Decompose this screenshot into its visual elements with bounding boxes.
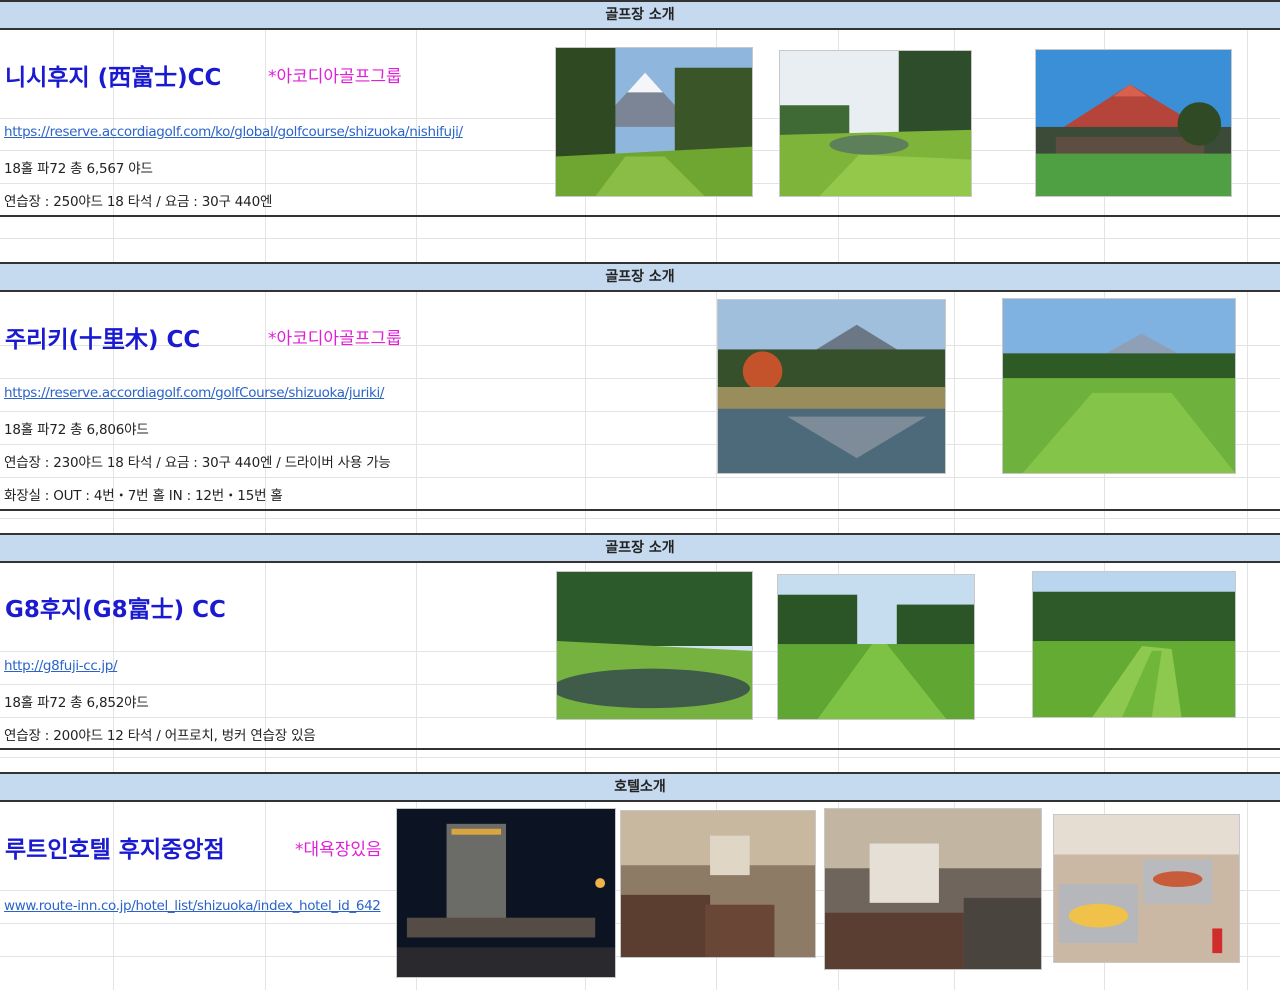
course-name: 니시후지 (西富士)CC xyxy=(5,65,222,91)
room-window-photo xyxy=(824,808,1042,970)
group-tag: *아코디아골프그룹 xyxy=(268,67,402,87)
pond-forest-green-photo xyxy=(556,571,753,720)
long-fairway-photo xyxy=(777,574,975,720)
course-name: 주리키(十里木) CC xyxy=(5,327,201,353)
course-name: G8후지(G8富士) CC xyxy=(5,597,226,623)
hotel-name: 루트인호텔 후지중앙점 xyxy=(5,837,225,863)
section-header: 골프장 소개 xyxy=(0,0,1280,30)
hotel-exterior-night-photo xyxy=(396,808,616,978)
course-spec: 18홀 파72 총 6,852야드 xyxy=(4,695,149,711)
striped-fairway-photo xyxy=(1032,571,1236,718)
fuji-lake-reflection-photo xyxy=(717,299,946,474)
fuji-fairway-photo xyxy=(555,47,753,197)
fuji-fairway-forest-photo xyxy=(1002,298,1236,474)
section-header: 골프장 소개 xyxy=(0,262,1280,292)
section-header: 호텔소개 xyxy=(0,772,1280,802)
red-fuji-clubhouse-photo xyxy=(1035,49,1232,197)
hotel-link[interactable]: www.route-inn.co.jp/hotel_list/shizuoka/… xyxy=(4,898,381,914)
amenity-tag: *대욕장있음 xyxy=(295,840,382,860)
course-link[interactable]: http://g8fuji-cc.jp/ xyxy=(4,658,118,674)
practice-range-info: 연습장 : 200야드 12 타석 / 어프로치, 벙커 연습장 있음 xyxy=(4,728,316,744)
course-link[interactable]: https://reserve.accordiagolf.com/golfCou… xyxy=(4,385,384,401)
restroom-info: 화장실 : OUT : 4번・7번 홀 IN : 12번・15번 홀 xyxy=(4,488,283,504)
pond-green-photo xyxy=(779,50,972,197)
practice-range-info: 연습장 : 230야드 18 타석 / 요금 : 30구 440엔 / 드라이버… xyxy=(4,455,391,471)
course-spec: 18홀 파72 총 6,567 야드 xyxy=(4,161,153,177)
twin-room-photo xyxy=(620,810,816,958)
section-header: 골프장 소개 xyxy=(0,533,1280,563)
course-spec: 18홀 파72 총 6,806야드 xyxy=(4,422,149,438)
breakfast-buffet-photo xyxy=(1053,814,1240,963)
course-link[interactable]: https://reserve.accordiagolf.com/ko/glob… xyxy=(4,124,463,140)
group-tag: *아코디아골프그룹 xyxy=(268,329,402,349)
practice-range-info: 연습장 : 250야드 18 타석 / 요금 : 30구 440엔 xyxy=(4,194,273,210)
